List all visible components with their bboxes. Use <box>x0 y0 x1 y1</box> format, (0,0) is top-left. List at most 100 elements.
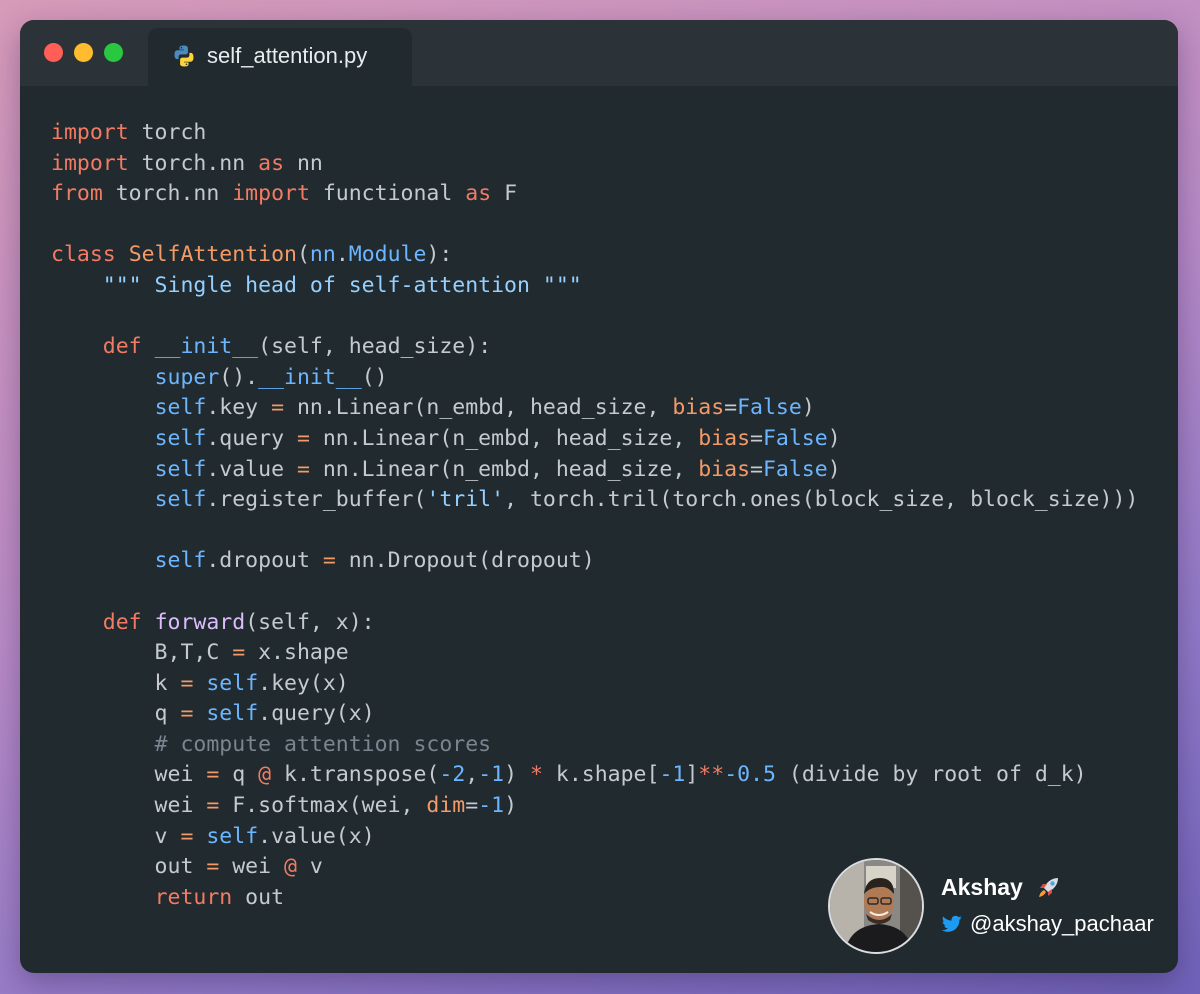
code-token: .key <box>206 395 272 421</box>
code-token: = <box>296 425 310 451</box>
code-block: import torch import torch.nn as nn from to… <box>51 118 1138 913</box>
code-token: = <box>206 793 220 819</box>
code-token: .dropout <box>206 548 323 574</box>
code-token: self <box>206 701 259 727</box>
code-token: __init__ <box>154 334 259 360</box>
code-line: self.key = nn.Linear(n_embd, head_size, … <box>51 393 1138 424</box>
code-token: def <box>102 609 142 635</box>
code-token: return <box>154 884 233 910</box>
code-token: nn.Linear(n_embd, head_size, <box>309 456 699 482</box>
code-token: dim <box>426 793 466 819</box>
code-line: def __init__(self, head_size): <box>51 332 1138 363</box>
code-token: -0.5 <box>724 762 776 788</box>
code-line: q = self.query(x) <box>51 699 1138 730</box>
code-token: = <box>206 854 220 880</box>
file-tab[interactable]: self_attention.py <box>148 28 412 86</box>
code-token: as <box>258 150 285 176</box>
code-token: v <box>296 854 323 880</box>
close-button[interactable] <box>44 43 63 62</box>
code-line: import torch.nn as nn <box>51 149 1138 180</box>
code-token: .key(x) <box>258 670 349 696</box>
code-line: k = self.key(x) <box>51 669 1138 700</box>
code-token: (self, x): <box>245 609 375 635</box>
code-line: wei = F.softmax(wei, dim=-1) <box>51 791 1138 822</box>
code-token: = <box>180 670 194 696</box>
code-token: from <box>51 181 103 207</box>
code-line: import torch <box>51 118 1138 149</box>
code-token: = <box>206 762 220 788</box>
code-token: self <box>154 456 207 482</box>
code-token: .value <box>206 456 297 482</box>
code-line: self.value = nn.Linear(n_embd, head_size… <box>51 455 1138 486</box>
code-token: .value(x) <box>258 823 375 849</box>
twitter-icon <box>941 915 962 933</box>
code-token: self <box>206 670 259 696</box>
code-token: super <box>154 364 220 390</box>
code-token: = <box>322 548 336 574</box>
code-token: bias <box>672 395 725 421</box>
code-line: self.register_buffer('tril', torch.tril(… <box>51 485 1139 516</box>
code-line: # compute attention scores <box>51 730 1138 761</box>
code-token: self <box>206 823 259 849</box>
code-token: q <box>219 762 259 788</box>
code-window: self_attention.py import torch import tor… <box>20 20 1178 973</box>
author-handle: @akshay_pachaar <box>970 911 1154 936</box>
code-token: functional <box>309 181 466 207</box>
code-token: x.shape <box>245 640 349 666</box>
code-token: (divide by root of d_k) <box>775 762 1087 788</box>
author-name: Akshay <box>941 874 1023 900</box>
code-token: k.transpose( <box>271 762 440 788</box>
code-line: """ Single head of self-attention """ <box>51 271 1138 302</box>
code-token: -1 <box>659 762 686 788</box>
code-token: nn <box>309 242 336 268</box>
code-token: ( <box>296 242 310 268</box>
title-bar: self_attention.py <box>20 20 1178 86</box>
code-token: .register_buffer( <box>206 487 427 513</box>
code-token: self <box>154 425 207 451</box>
code-token: k <box>51 670 181 696</box>
code-token: wei <box>51 793 207 819</box>
code-token: ** <box>698 762 725 788</box>
code-token: nn.Dropout(dropout) <box>335 548 595 574</box>
code-token: bias <box>698 425 751 451</box>
code-token: @ <box>258 762 272 788</box>
code-token: () <box>361 364 388 390</box>
code-token: self <box>154 548 207 574</box>
code-line: v = self.value(x) <box>51 822 1138 853</box>
code-token: -1 <box>478 762 505 788</box>
code-token: q <box>51 701 181 727</box>
code-token: = <box>750 456 763 482</box>
code-token: False <box>737 395 802 421</box>
code-token: # compute attention scores <box>154 731 492 757</box>
code-token: ) <box>827 456 841 482</box>
code-token: class <box>51 242 116 268</box>
code-line: super().__init__() <box>51 363 1138 394</box>
python-icon <box>172 44 196 68</box>
code-token: nn.Linear(n_embd, head_size, <box>284 395 673 421</box>
minimize-button[interactable] <box>74 43 93 62</box>
code-token: = <box>724 395 738 421</box>
code-line: class SelfAttention(nn.Module): <box>51 240 1138 271</box>
code-token: nn <box>284 150 323 176</box>
code-line: from torch.nn import functional as F <box>51 179 1138 210</box>
maximize-button[interactable] <box>104 43 123 62</box>
code-token: SelfAttention <box>128 242 297 268</box>
code-token: . <box>335 242 349 268</box>
code-token: out <box>232 884 285 910</box>
code-token: torch.nn <box>128 150 259 176</box>
code-token: , torch.tril(torch.ones(block_size, bloc… <box>504 487 1139 513</box>
